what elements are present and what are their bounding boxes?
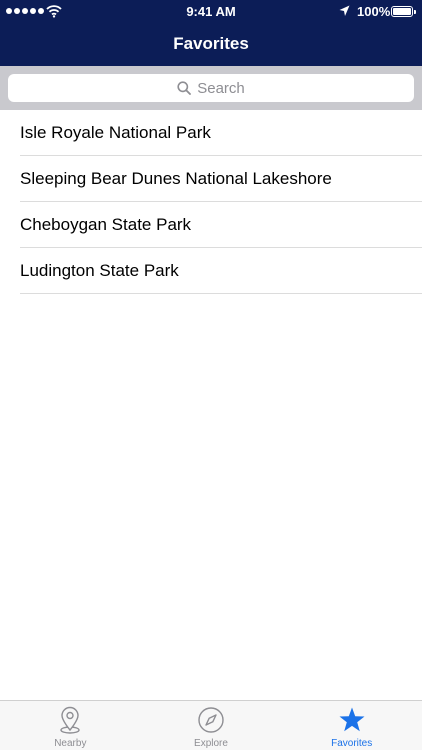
battery-percentage: 100% (357, 4, 391, 19)
search-placeholder: Search (197, 79, 245, 97)
map-pin-icon (56, 706, 84, 734)
search-input[interactable]: Search (8, 74, 414, 102)
list-item[interactable]: Isle Royale National Park (20, 110, 422, 156)
tab-bar: Nearby Explore Favorites (0, 700, 422, 750)
list-item[interactable]: Ludington State Park (20, 248, 422, 294)
tab-explore[interactable]: Explore (141, 701, 282, 750)
location-arrow-icon (339, 5, 350, 16)
navigation-bar: Favorites (0, 24, 422, 66)
battery-icon (391, 6, 416, 17)
compass-icon (197, 706, 225, 734)
search-bar: Search (0, 66, 422, 110)
star-icon (338, 706, 366, 734)
search-icon (177, 81, 192, 95)
list-item[interactable]: Sleeping Bear Dunes National Lakeshore (20, 156, 422, 202)
page-title: Favorites (173, 34, 249, 53)
list-item[interactable]: Cheboygan State Park (20, 202, 422, 248)
tab-favorites[interactable]: Favorites (281, 701, 422, 750)
favorites-list: Isle Royale National Park Sleeping Bear … (0, 110, 422, 294)
tab-nearby[interactable]: Nearby (0, 701, 141, 750)
tab-label: Favorites (331, 738, 373, 749)
tab-label: Nearby (54, 738, 87, 749)
status-bar: 9:41 AM 100% (0, 0, 422, 24)
tab-label: Explore (194, 738, 228, 749)
